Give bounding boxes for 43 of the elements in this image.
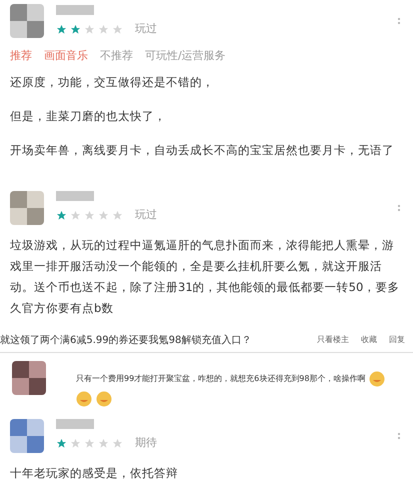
star-icon xyxy=(70,24,81,34)
star-icon xyxy=(84,438,95,449)
review-tag[interactable]: 推荐 xyxy=(10,48,32,64)
thread-action[interactable]: 只看楼主 xyxy=(317,334,349,346)
play-status: 期待 xyxy=(135,435,157,452)
more-icon[interactable] xyxy=(398,204,401,210)
avatar xyxy=(10,418,44,452)
thread-action[interactable]: 回复 xyxy=(389,334,405,346)
review-text: 十年老玩家的感受是，依托答辩 xyxy=(10,464,179,482)
reply-text: 只有一个费用99才能打开聚宝盆，咋想的，就想充6块还得充到98那个，啥操作啊 xyxy=(76,372,366,384)
avatar xyxy=(10,4,44,38)
more-icon[interactable] xyxy=(398,432,401,438)
review-text: 垃圾游戏，从玩的过程中逼氪逼肝的气息扑面而来，浓得能把人熏晕，游戏里一排开服活动没一个能领的，全是要么挂机肝要么氪，就这开服活动。送个币也送不起，除了注册31的，其他能领的最低都要一转50，要多久官方你要有点b数 xyxy=(10,236,400,316)
blurred-name xyxy=(56,4,94,15)
emoji-icon xyxy=(96,390,112,406)
avatar xyxy=(10,190,44,224)
star-icon xyxy=(84,210,95,221)
thread-title[interactable]: 就这领了两个满6减5.99的券还要我氪98解锁充值入口？ xyxy=(0,332,252,348)
star-icon xyxy=(56,210,67,221)
star-icon xyxy=(98,24,109,34)
star-icon xyxy=(98,210,109,221)
star-icon xyxy=(84,24,95,34)
more-icon[interactable] xyxy=(398,18,401,24)
emoji-icon xyxy=(76,390,92,406)
avatar xyxy=(12,360,46,394)
blurred-name xyxy=(56,191,94,202)
star-icon xyxy=(56,24,67,34)
thread-action[interactable]: 收藏 xyxy=(361,334,377,346)
play-status: 玩过 xyxy=(135,207,157,224)
play-status: 玩过 xyxy=(135,20,157,37)
review-text: 但是，韭菜刀磨的也太快了， xyxy=(10,108,167,124)
review-text: 还原度，功能，交互做得还是不错的， xyxy=(10,74,215,90)
star-icon xyxy=(112,24,123,34)
star-icon xyxy=(112,210,123,221)
star-icon xyxy=(56,438,67,449)
review-text: 开场卖年兽，离线要月卡，自动丢成长不高的宝宝居然也要月卡，无语了 xyxy=(10,142,395,158)
review-tag[interactable]: 画面音乐 xyxy=(44,48,88,64)
blurred-name xyxy=(56,419,94,430)
star-icon xyxy=(70,438,81,449)
star-icon xyxy=(70,210,81,221)
emoji-icon xyxy=(369,370,386,386)
star-icon xyxy=(98,438,109,449)
star-icon xyxy=(112,438,123,449)
